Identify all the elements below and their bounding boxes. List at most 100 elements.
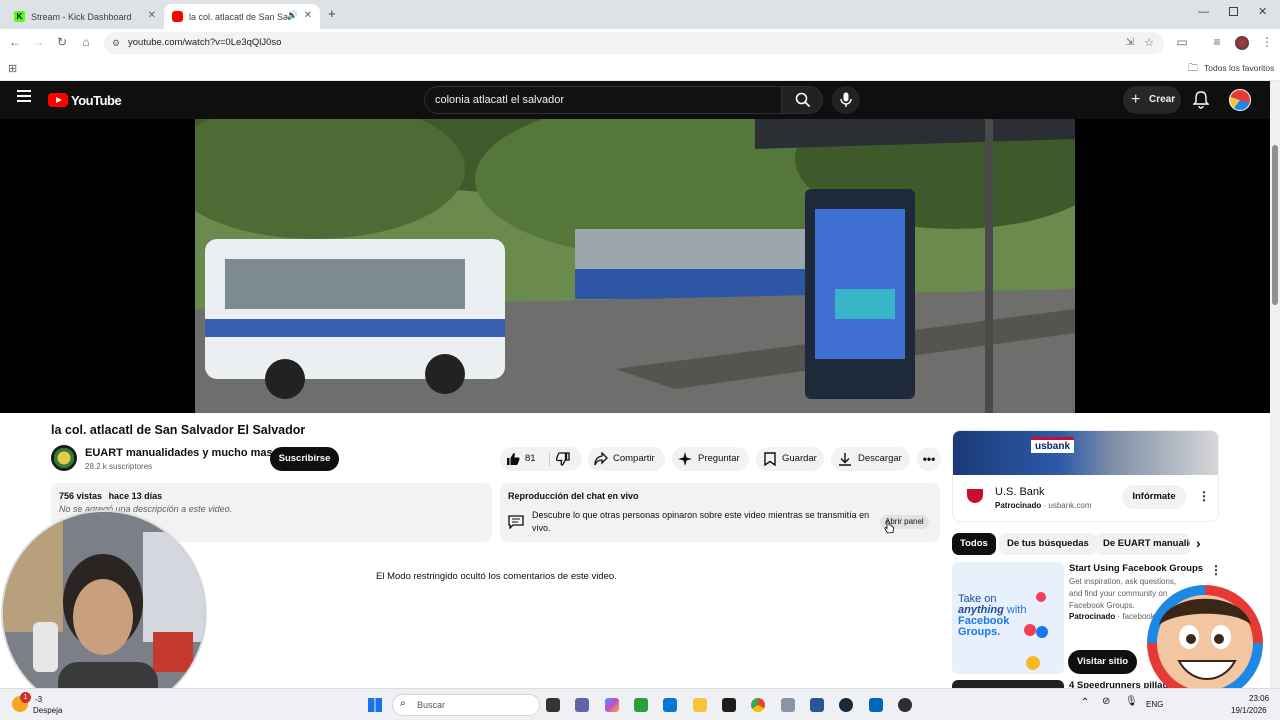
- chip-from-channel[interactable]: De EUART manualic: [1095, 533, 1190, 555]
- outlook-icon[interactable]: [663, 698, 677, 712]
- obs-icon[interactable]: [898, 698, 912, 712]
- download-button[interactable]: Descargar: [831, 447, 910, 471]
- ad-banner-image[interactable]: usbank: [953, 431, 1218, 475]
- menu-icon[interactable]: ⋮: [1259, 35, 1275, 49]
- save-button[interactable]: Guardar: [756, 447, 824, 471]
- like-dislike-group: 81: [500, 447, 582, 471]
- reload-icon[interactable]: ↻: [54, 35, 70, 49]
- share-button[interactable]: Compartir: [588, 447, 665, 471]
- visit-site-button[interactable]: Visitar sitio: [1068, 650, 1137, 674]
- chip-all[interactable]: Todos: [952, 533, 996, 555]
- channel-avatar[interactable]: [51, 445, 77, 471]
- microphone-icon: [840, 92, 852, 107]
- like-count[interactable]: 81: [525, 447, 536, 471]
- file-explorer-icon[interactable]: [693, 698, 707, 712]
- create-button[interactable]: + Crear: [1123, 86, 1181, 114]
- more-actions-button[interactable]: •••: [917, 447, 941, 471]
- new-tab-button[interactable]: +: [328, 6, 336, 21]
- camtasia-icon[interactable]: [634, 698, 648, 712]
- subscribe-button[interactable]: Suscribirse: [270, 447, 339, 471]
- plus-icon: +: [1131, 91, 1141, 108]
- task-view-icon[interactable]: [546, 698, 560, 712]
- profile-avatar[interactable]: [1235, 36, 1249, 50]
- account-avatar[interactable]: [1229, 89, 1251, 111]
- word-icon[interactable]: [810, 698, 824, 712]
- tray-chevron-icon[interactable]: ⌃: [1081, 697, 1089, 708]
- video-frame[interactable]: [195, 119, 1075, 413]
- search-input[interactable]: colonia atlacatl el salvador: [424, 86, 782, 114]
- thumbs-down-icon[interactable]: [556, 452, 570, 466]
- streamer-avatar-overlay: [1147, 585, 1263, 701]
- clock-time[interactable]: 23:06: [1249, 694, 1269, 703]
- chevron-right-icon[interactable]: ›: [1196, 535, 1201, 551]
- usbank-shield-icon: [967, 489, 983, 503]
- tab-youtube-video[interactable]: la col. atlacatl de San Salva 🔊 ✕: [164, 4, 320, 29]
- sidebar-ad-thumbnail[interactable]: Take on anything with Facebook Groups.: [952, 562, 1064, 674]
- ad-domain: usbank.com: [1048, 501, 1092, 510]
- forward-icon[interactable]: →: [30, 35, 46, 49]
- youtube-logo[interactable]: YouTube: [48, 92, 122, 108]
- taskbar-search[interactable]: ⌕ Buscar: [392, 694, 540, 716]
- restore-button[interactable]: [1229, 7, 1238, 16]
- capcut-icon[interactable]: [722, 698, 736, 712]
- all-bookmarks-link[interactable]: Todos los favoritos: [1204, 63, 1274, 73]
- close-icon[interactable]: ✕: [304, 10, 312, 21]
- windows-start-icon[interactable]: [368, 698, 382, 712]
- voice-search-button[interactable]: [832, 86, 860, 114]
- channel-name[interactable]: EUART manualidades y mucho mas: [85, 447, 273, 459]
- sidebar-video-thumbnail[interactable]: [952, 680, 1064, 688]
- home-icon[interactable]: ⌂: [78, 35, 94, 49]
- view-count: 756 vistas: [59, 491, 103, 501]
- reaction-heart-icon: [1024, 624, 1036, 636]
- page-scrollbar[interactable]: [1270, 81, 1280, 688]
- sidebar-item-more-icon[interactable]: ⋮: [1210, 563, 1222, 577]
- youtube-icon: [172, 11, 183, 22]
- clock-date[interactable]: 19/1/2026: [1231, 706, 1267, 715]
- tab-kick-dashboard[interactable]: K Stream - Kick Dashboard ✕: [6, 4, 164, 29]
- ad-cta-button[interactable]: Infórmate: [1122, 485, 1186, 509]
- download-icon: [839, 453, 851, 466]
- steam-icon[interactable]: [839, 698, 853, 712]
- ask-button[interactable]: Preguntar: [672, 447, 749, 471]
- reading-list-icon[interactable]: ≡: [1209, 35, 1225, 49]
- notifications-bell-icon[interactable]: [1193, 91, 1209, 109]
- bookmark-star-icon[interactable]: ☆: [1144, 32, 1154, 54]
- minimize-button[interactable]: —: [1198, 6, 1209, 18]
- window-close-button[interactable]: ✕: [1258, 5, 1267, 18]
- camera-icon[interactable]: [781, 698, 795, 712]
- chip-from-searches[interactable]: De tus búsquedas: [999, 533, 1097, 555]
- tab-label: Stream - Kick Dashboard: [31, 11, 132, 22]
- install-icon[interactable]: ⇲: [1126, 32, 1134, 54]
- search-button[interactable]: [781, 86, 823, 114]
- chat-icon: [508, 515, 524, 529]
- chat-replay-title: Reproducción del chat en vivo: [508, 491, 639, 501]
- comments-restricted-notice: El Modo restringido ocultó los comentari…: [376, 571, 617, 582]
- store-icon[interactable]: [869, 698, 883, 712]
- sidebar-item-title[interactable]: Start Using Facebook Groups: [1069, 563, 1203, 574]
- chrome-icon[interactable]: [751, 698, 765, 712]
- site-info-icon[interactable]: ⚙: [112, 32, 120, 54]
- sidebar-domain: facebook: [1122, 612, 1155, 621]
- more-horizontal-icon: •••: [922, 452, 936, 466]
- network-icon[interactable]: ⊘: [1102, 696, 1110, 707]
- chat-replay-text: Descubre lo que otras personas opinaron …: [532, 510, 870, 533]
- teams-icon[interactable]: [575, 698, 589, 712]
- copilot-icon[interactable]: [605, 698, 619, 712]
- scrollbar-thumb[interactable]: [1272, 145, 1278, 305]
- language-indicator[interactable]: ENG: [1146, 700, 1163, 709]
- sponsored-ad-card[interactable]: usbank U.S. Bank Patrocinado · usbank.co…: [952, 430, 1219, 522]
- mic-tray-icon[interactable]: 🎙: [1125, 696, 1138, 707]
- cast-icon[interactable]: ▭: [1174, 35, 1190, 49]
- thumbs-up-icon[interactable]: [506, 452, 520, 466]
- ad-brand-name[interactable]: U.S. Bank: [995, 486, 1045, 498]
- speaker-icon[interactable]: 🔊: [287, 10, 298, 21]
- apps-grid-icon[interactable]: ⊞: [8, 62, 17, 75]
- ad-more-icon[interactable]: ⋮: [1198, 489, 1210, 503]
- video-player[interactable]: [0, 119, 1270, 413]
- back-icon[interactable]: ←: [7, 35, 23, 49]
- address-bar[interactable]: ⚙ youtube.com/watch?v=0Le3qQlJ0so ⇲ ☆: [104, 32, 1164, 54]
- close-icon[interactable]: ✕: [148, 10, 156, 21]
- hamburger-menu-icon[interactable]: [17, 90, 31, 102]
- bookmark-icon: [764, 452, 776, 466]
- browser-toolbar: ← → ↻ ⌂ ⚙ youtube.com/watch?v=0Le3qQlJ0s…: [0, 29, 1280, 57]
